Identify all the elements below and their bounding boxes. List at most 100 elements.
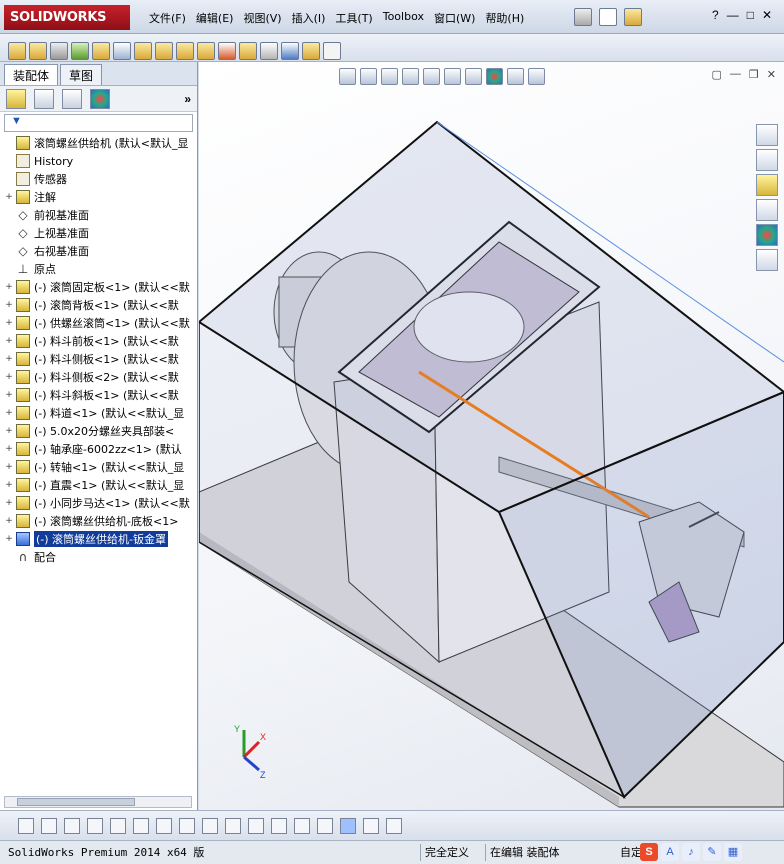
close-button[interactable]: ✕ [762, 8, 772, 22]
view-orientation-icon[interactable] [423, 68, 440, 85]
assembly-model[interactable] [199, 62, 784, 810]
expand-toggle-icon[interactable]: + [4, 444, 14, 454]
corner-icon[interactable] [225, 817, 241, 834]
display-manager-icon[interactable] [90, 88, 110, 109]
paperclip-icon[interactable] [50, 41, 68, 60]
open-folder-icon[interactable] [624, 8, 642, 26]
interference-detection-icon[interactable] [260, 41, 278, 60]
polygon-icon[interactable] [87, 817, 103, 834]
tree-item[interactable]: ⊥ 原点 [0, 260, 197, 278]
new-motion-study-icon[interactable] [197, 41, 215, 60]
ime-voice-icon[interactable]: ♪ [682, 843, 700, 861]
ime-logo-icon[interactable]: S [640, 843, 658, 861]
tree-item[interactable]: + (-) 小同步马达<1> (默认<<默 [0, 494, 197, 512]
home-icon[interactable] [756, 124, 778, 146]
expand-toggle-icon[interactable]: + [4, 480, 14, 490]
tree-item[interactable]: + (-) 转轴<1> (默认<<默认_显 [0, 458, 197, 476]
dimension-icon[interactable] [271, 817, 287, 834]
line-icon[interactable] [64, 817, 80, 834]
new-part-icon[interactable] [29, 41, 47, 60]
graphics-area[interactable]: ▢ — ❐ ✕ Y X Z [199, 62, 784, 810]
trim-icon[interactable] [110, 817, 126, 834]
horizontal-scrollbar[interactable] [4, 796, 192, 808]
menu-view[interactable]: 视图(V) [238, 8, 286, 28]
expand-toggle-icon[interactable]: + [4, 390, 14, 400]
restore-button[interactable]: □ [747, 8, 754, 22]
minimize-button[interactable]: — [727, 8, 739, 22]
viewport-close-button[interactable]: ✕ [767, 68, 776, 81]
tree-item[interactable]: 传感器 [0, 170, 197, 188]
angle-icon[interactable] [133, 817, 149, 834]
pin-icon[interactable] [574, 8, 592, 26]
filter-field[interactable]: ▼ [4, 114, 193, 132]
previous-view-icon[interactable] [381, 68, 398, 85]
expand-toggle-icon[interactable]: + [4, 372, 14, 382]
file-explorer-icon[interactable] [756, 174, 778, 196]
tab-sketch[interactable]: 草图 [60, 64, 103, 85]
tree-item[interactable]: ◇ 上视基准面 [0, 224, 197, 242]
tree-item[interactable]: + (-) 滚筒背板<1> (默认<<默 [0, 296, 197, 314]
scrollbar-thumb[interactable] [17, 798, 135, 806]
ime-keyboard-icon[interactable]: ▦ [724, 843, 742, 861]
expand-toggle-icon[interactable]: + [4, 318, 14, 328]
ime-handwriting-icon[interactable]: ✎ [703, 843, 721, 861]
tab-assembly[interactable]: 装配体 [4, 64, 59, 85]
apply-scene-icon[interactable] [507, 68, 524, 85]
tree-item[interactable]: + (-) 料道<1> (默认<<默认_显 [0, 404, 197, 422]
new-document-icon[interactable] [599, 8, 617, 26]
custom-properties-icon[interactable] [756, 249, 778, 271]
bill-of-materials-icon[interactable] [218, 41, 236, 60]
section-view-icon[interactable] [402, 68, 419, 85]
clearance-verification-icon[interactable] [281, 41, 299, 60]
mate-tool-icon[interactable] [71, 41, 89, 60]
expand-toggle-icon[interactable]: + [4, 462, 14, 472]
feature-manager-icon[interactable] [6, 88, 26, 109]
viewport-split-icon[interactable]: ▢ [712, 68, 722, 81]
zoom-to-area-icon[interactable] [360, 68, 377, 85]
hole-alignment-icon[interactable] [302, 41, 320, 60]
tree-item[interactable]: + (-) 料斗侧板<1> (默认<<默 [0, 350, 197, 368]
tree-item[interactable]: + (-) 料斗侧板<2> (默认<<默 [0, 368, 197, 386]
view-palette-icon[interactable] [756, 199, 778, 221]
show-hidden-icon[interactable] [134, 41, 152, 60]
tree-item[interactable]: + (-) 直震<1> (默认<<默认_显 [0, 476, 197, 494]
menu-insert[interactable]: 插入(I) [287, 8, 331, 28]
design-library-icon[interactable] [756, 149, 778, 171]
solidworks-logo[interactable]: SOLIDWORKS [4, 5, 130, 30]
tree-item[interactable]: 滚筒螺丝供给机 (默认<默认_显 [0, 134, 197, 152]
tree-item[interactable]: ◇ 右视基准面 [0, 242, 197, 260]
menu-toolbox[interactable]: Toolbox [378, 8, 429, 28]
reference-geometry-icon[interactable] [176, 41, 194, 60]
tree-item[interactable]: + 注解 [0, 188, 197, 206]
smart-fasteners-icon[interactable] [92, 41, 110, 60]
menu-file[interactable]: 文件(F) [144, 8, 191, 28]
insert-component-icon[interactable] [8, 41, 26, 60]
menu-window[interactable]: 窗口(W) [429, 8, 480, 28]
view-settings-icon[interactable] [528, 68, 545, 85]
table-icon[interactable] [386, 817, 402, 834]
hide-show-items-icon[interactable] [465, 68, 482, 85]
tree-item[interactable]: ◇ 前视基准面 [0, 206, 197, 224]
expand-toggle-icon[interactable]: + [4, 534, 14, 544]
menu-edit[interactable]: 编辑(E) [191, 8, 239, 28]
menu-help[interactable]: 帮助(H) [480, 8, 529, 28]
expand-toggle-icon[interactable]: + [4, 300, 14, 310]
tree-item[interactable]: History [0, 152, 197, 170]
assembly-features-icon[interactable] [155, 41, 173, 60]
tree-item[interactable]: + (-) 供螺丝滚筒<1> (默认<<默 [0, 314, 197, 332]
expand-toggle-icon[interactable]: + [4, 426, 14, 436]
expand-toggle-icon[interactable]: + [4, 336, 14, 346]
ime-mode-icon[interactable]: A [661, 843, 679, 861]
tree-item[interactable]: + (-) 滚筒固定板<1> (默认<<默 [0, 278, 197, 296]
filter-icon[interactable]: ▼ [11, 115, 22, 127]
tree-item[interactable]: + (-) 轴承座-6002zz<1> (默认 [0, 440, 197, 458]
instant3d-icon[interactable] [323, 41, 341, 60]
tree-item[interactable]: + (-) 滚筒螺丝供给机-钣金罩 [0, 530, 197, 548]
expand-toggle-icon[interactable]: + [4, 192, 14, 202]
spline-icon[interactable] [179, 817, 195, 834]
expand-toggle-icon[interactable]: + [4, 516, 14, 526]
3d-box-icon[interactable] [340, 817, 356, 834]
offset-icon[interactable] [202, 817, 218, 834]
viewport-minimize-button[interactable]: — [730, 68, 741, 81]
tree-item[interactable]: + (-) 料斗前板<1> (默认<<默 [0, 332, 197, 350]
